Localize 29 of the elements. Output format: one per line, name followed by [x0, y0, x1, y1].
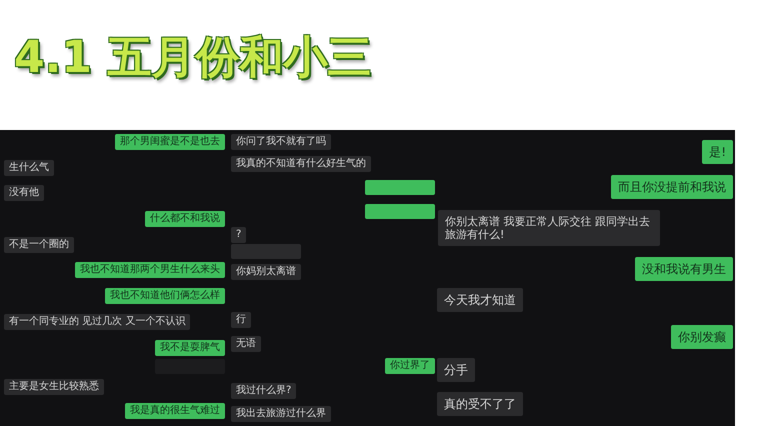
message-bubble: 分手: [437, 358, 475, 382]
message-bubble: 我出去旅游过什么界: [231, 406, 331, 422]
message-bubble: 我也不知道他们俩怎么样: [105, 288, 225, 304]
message-bubble: 我过什么界?: [231, 383, 296, 399]
message-bubble: 你别发癫: [671, 325, 733, 350]
message-bubble: 而且你没提前和我说: [611, 175, 733, 200]
message-bubble: 是!: [702, 140, 733, 164]
message-bubble: 我真的不知道有什么好生气的: [231, 156, 371, 172]
message-bubble: 我不是耍脾气: [155, 340, 225, 356]
message-bubble: ?: [231, 227, 246, 243]
message-bubble: 有一个同专业的 见过几次 又一个不认识: [4, 314, 190, 330]
message-bubble: 无语: [231, 336, 261, 352]
message-bubble: 不是一个圈的: [4, 237, 74, 253]
message-bubble: 什么都不和我说: [145, 211, 225, 227]
message-bubble: 你问了我不就有了吗: [231, 134, 331, 150]
message-bubble: 没和我说有男生: [635, 257, 733, 282]
message-bubble: 我也不知道那两个男生什么来头: [75, 262, 225, 278]
message-bubble: 我是真的很生气难过: [125, 403, 225, 419]
message-bubble: 生什么气: [4, 160, 54, 176]
message-bubble: 你过界了: [385, 358, 435, 374]
message-bubble: 主要是女生比较熟悉: [4, 379, 104, 395]
page-title: 4.1 五月份和小三: [14, 36, 372, 80]
message-bubble: 真的受不了了: [437, 392, 523, 416]
message-bubble: 你妈别太离谱: [231, 264, 301, 280]
message-bubble: 那个男闺蜜是不是也去: [115, 134, 225, 150]
message-bubble: 你别太离谱 我要正常人际交往 跟同学出去旅游有什么!: [438, 210, 660, 246]
message-bubble: 没有他: [4, 185, 44, 201]
message-bubble: 今天我才知道: [437, 288, 523, 312]
message-bubble: 行: [231, 312, 251, 328]
